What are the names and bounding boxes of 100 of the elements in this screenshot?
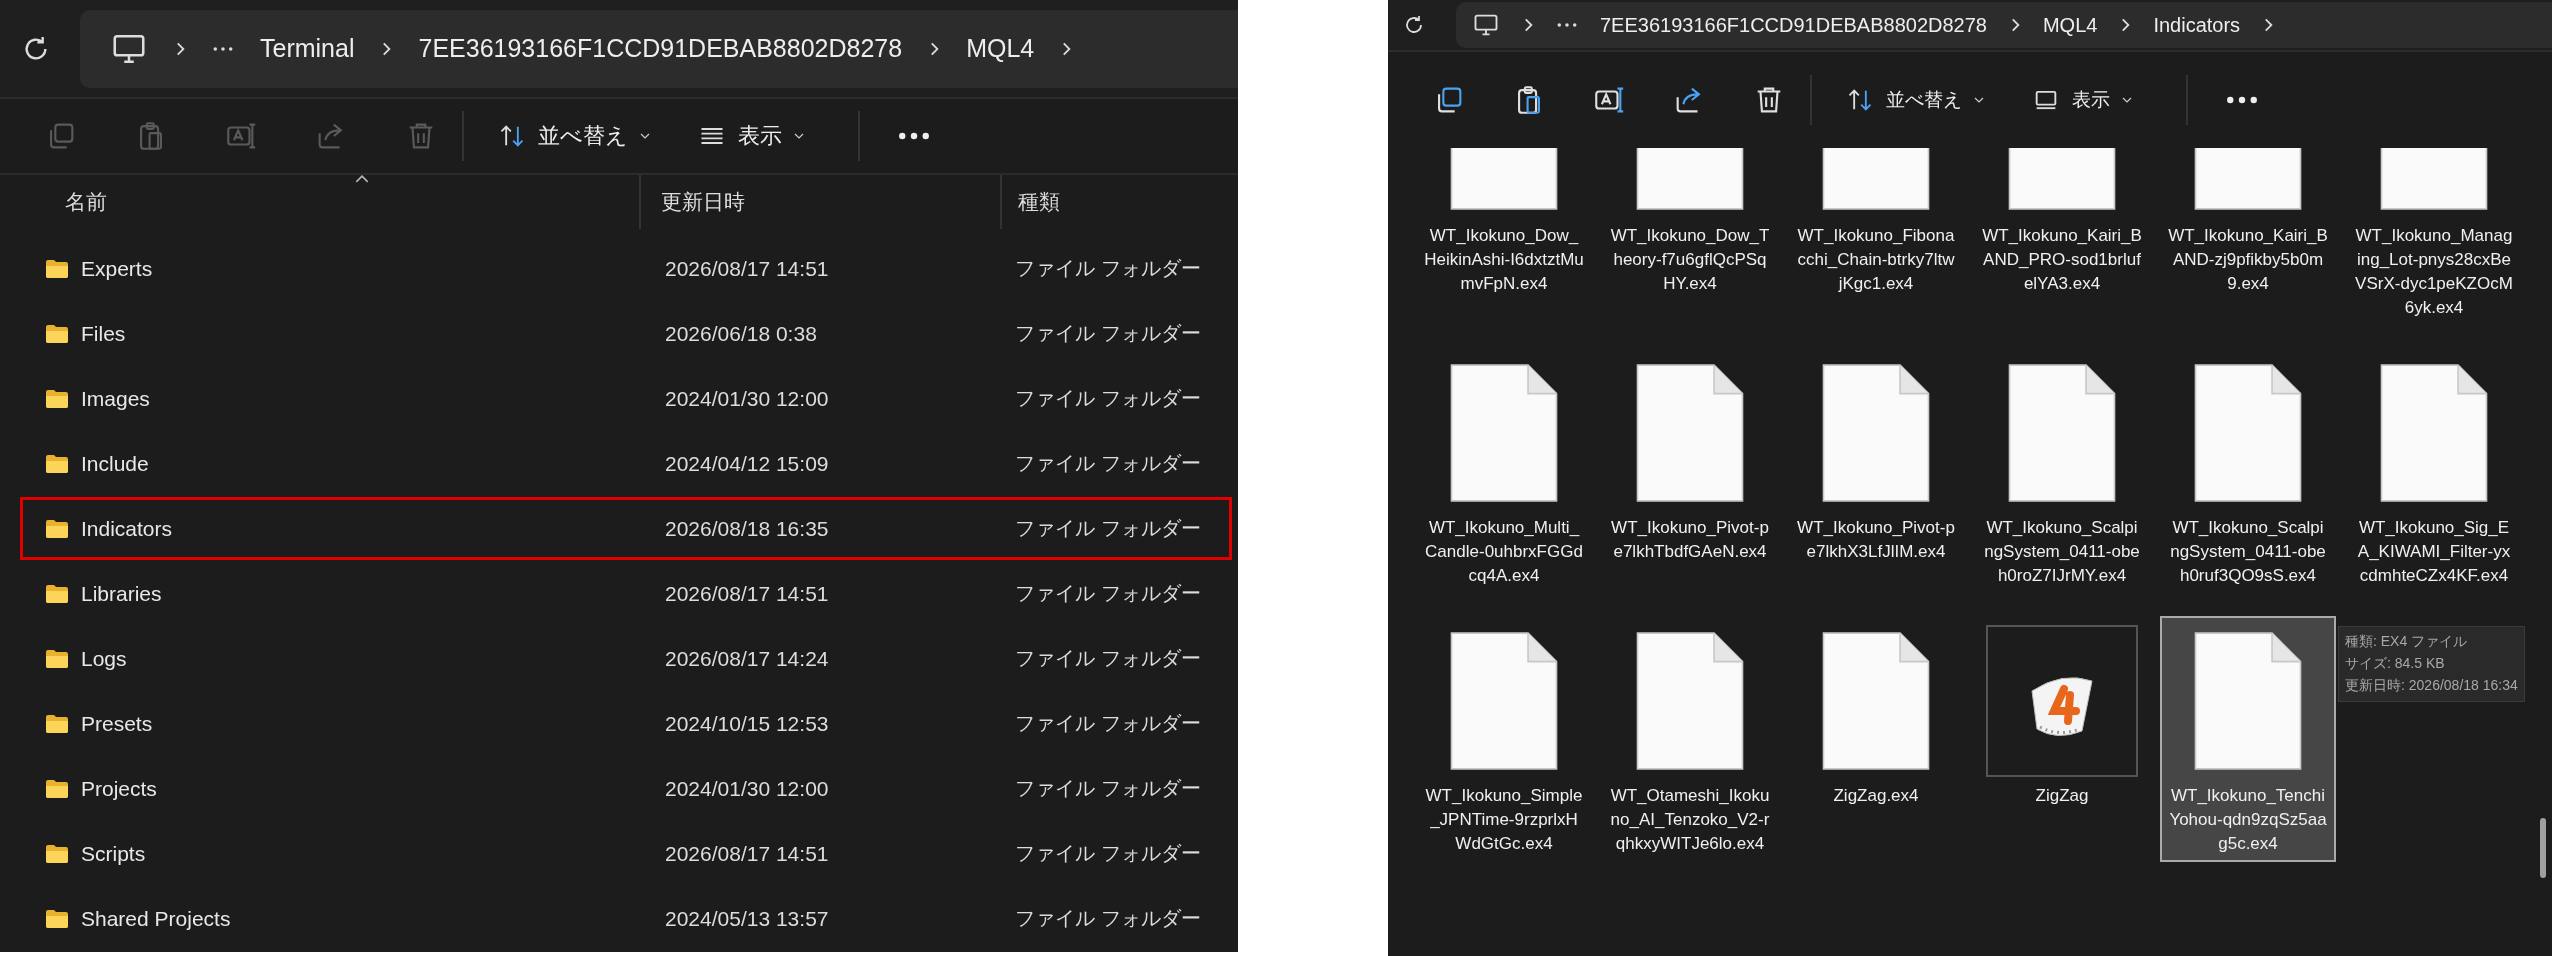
file-tile[interactable]: WT_Ikokuno_Fibonacchi_Chain-btrky7ltwjKgc1.ex4	[1788, 148, 1964, 326]
view-button[interactable]: 表示	[2018, 80, 2146, 120]
file-name[interactable]: Indicators	[81, 516, 173, 541]
more-icon[interactable]	[212, 44, 234, 53]
more-options-icon[interactable]	[898, 131, 930, 142]
file-name: WT_Ikokuno_Managing_Lot-pnys28cxBeVSrX-dyc1peKZOcM6yk.ex4	[2354, 225, 2514, 319]
breadcrumb[interactable]: MQL4	[966, 34, 1035, 64]
folder-icon	[45, 258, 69, 279]
file-name: WT_Ikokuno_Kairi_BAND-zj9pfikby5b0m9.ex4	[2168, 225, 2328, 295]
column-header[interactable]: 更新日時	[661, 188, 746, 216]
modified-date: 2026/08/17 14:24	[665, 646, 829, 671]
sort-indicator-icon	[355, 175, 369, 183]
file-tile[interactable]: ZigZag.ex4	[1788, 616, 1964, 862]
file-name: WT_Otameshi_Ikokuno_AI_Tenzoko_V2-rqhkxyWITJe6lo.ex4	[1610, 785, 1770, 855]
file-name[interactable]: Files	[81, 321, 126, 346]
folder-icon	[45, 908, 69, 929]
caret-icon	[794, 133, 804, 140]
document-icon	[1821, 631, 1931, 771]
file-tile[interactable]: WT_Ikokuno_Simple_JPNTime-9rzprlxHWdGtGc.ex4	[1416, 616, 1592, 862]
file-tile[interactable]: WT_Ikokuno_Pivot-pe7lkhX3LfJlIM.ex4	[1788, 348, 1964, 594]
file-tile[interactable]: WT_Ikokuno_Multi_Candle-0uhbrxFGGdcq4A.ex4	[1416, 348, 1592, 594]
file-type: ファイル フォルダー	[1015, 646, 1201, 671]
file-tile[interactable]: WT_Ikokuno_Kairi_BAND_PRO-sod1brlufelYA3.ex4	[1974, 148, 2150, 326]
document-icon	[2379, 363, 2489, 503]
folder-icon	[45, 323, 69, 344]
file-name: WT_Ikokuno_Sig_EA_KIWAMI_Filter-yxcdmhteCZx4KF.ex4	[2356, 517, 2512, 587]
column-header[interactable]: 名前	[65, 188, 107, 216]
document-icon	[2193, 631, 2303, 771]
document-icon	[1635, 631, 1745, 771]
modified-date: 2026/08/17 14:51	[665, 256, 829, 281]
breadcrumb[interactable]: 7EE36193166F1CCD91DEBAB8802D8278	[1600, 13, 1987, 37]
file-name[interactable]: Libraries	[81, 581, 162, 606]
more-icon[interactable]	[1556, 21, 1578, 29]
tooltip-text: サイズ: 84.5 KB	[2345, 655, 2446, 673]
address-bar[interactable]: 7EE36193166F1CCD91DEBAB8802D8278 MQL4 Indicators	[1456, 2, 2552, 48]
file-tile[interactable]: WT_Ikokuno_Sig_EA_KIWAMI_Filter-yxcdmhteCZx4KF.ex4	[2346, 348, 2522, 594]
file-type: ファイル フォルダー	[1015, 906, 1201, 931]
breadcrumb[interactable]: Terminal	[260, 34, 355, 64]
address-bar[interactable]: Terminal 7EE36193166F1CCD91DEBAB8802D8278 MQL4	[80, 9, 1238, 88]
document-icon	[2007, 363, 2117, 503]
file-name[interactable]: Projects	[81, 776, 157, 801]
folder-icon	[45, 583, 69, 604]
file-tile[interactable]: WT_Otameshi_Ikokuno_AI_Tenzoko_V2-rqhkxyWITJe6lo.ex4	[1602, 616, 1778, 862]
sort-button[interactable]: 並べ替え	[1832, 80, 1998, 120]
file-name: WT_Ikokuno_ScalpingSystem_0411-obeh0roZ7IJrMY.ex4	[1983, 517, 2141, 587]
scrollbar-thumb[interactable]	[2540, 818, 2546, 878]
file-name: WT_Ikokuno_Multi_Candle-0uhbrxFGGdcq4A.ex4	[1424, 517, 1584, 587]
file-name[interactable]: Images	[81, 386, 150, 411]
file-tile[interactable]: WT_Ikokuno_TenchiYohou-qdn9zqSz5aag5c.ex4	[2160, 616, 2336, 862]
file-name: WT_Ikokuno_Kairi_BAND_PRO-sod1brlufelYA3.ex4	[1982, 225, 2142, 295]
file-tile[interactable]: WT_Ikokuno_Kairi_BAND-zj9pfikby5b0m9.ex4	[2160, 148, 2336, 326]
file-name: ZigZag.ex4	[1832, 785, 1920, 807]
more-options-icon[interactable]	[2226, 95, 2258, 105]
modified-date: 2026/06/18 0:38	[665, 321, 817, 346]
folder-icon	[45, 518, 69, 539]
file-name: ZigZag	[2034, 785, 2090, 807]
breadcrumb[interactable]: MQL4	[2042, 13, 2098, 37]
file-name: WT_Ikokuno_Simple_JPNTime-9rzprlxHWdGtGc.ex4	[1424, 785, 1584, 855]
modified-date: 2024/01/30 12:00	[665, 386, 829, 411]
caret-icon	[1974, 97, 1984, 103]
file-name[interactable]: Logs	[81, 646, 127, 671]
caret-icon	[2122, 97, 2132, 103]
file-tile[interactable]: ZigZag	[1974, 616, 2150, 862]
file-tile[interactable]: WT_Ikokuno_ScalpingSystem_0411-obeh0roZ7IJrMY.ex4	[1974, 348, 2150, 594]
folder-icon	[45, 713, 69, 734]
breadcrumb[interactable]: 7EE36193166F1CCD91DEBAB8802D8278	[418, 34, 903, 64]
file-type: ファイル フォルダー	[1015, 321, 1201, 346]
modified-date: 2024/05/13 13:57	[665, 906, 829, 931]
breadcrumb[interactable]: Indicators	[2153, 13, 2241, 37]
modified-date: 2024/04/12 15:09	[665, 451, 829, 476]
file-tile[interactable]: WT_Ikokuno_ScalpingSystem_0411-obeh0ruf3QO9sS.ex4	[2160, 348, 2336, 594]
folder-icon	[45, 843, 69, 864]
tooltip-text: 種類: EX4 ファイル	[2345, 633, 2469, 651]
file-type: ファイル フォルダー	[1015, 776, 1201, 801]
view-button[interactable]: 表示	[684, 115, 818, 158]
modified-date: 2024/10/15 12:53	[665, 711, 829, 736]
file-name[interactable]: Shared Projects	[81, 906, 231, 931]
file-name[interactable]: Experts	[81, 256, 153, 281]
file-name[interactable]: Include	[81, 451, 149, 476]
file-type: ファイル フォルダー	[1015, 256, 1201, 281]
file-name: WT_Ikokuno_Fibonacchi_Chain-btrky7ltwjKgc1.ex4	[1796, 225, 1956, 295]
file-tile[interactable]: WT_Ikokuno_Pivot-pe7lkhTbdfGAeN.ex4	[1602, 348, 1778, 594]
file-tile[interactable]: WT_Ikokuno_Dow_Theory-f7u6gflQcPSqHY.ex4	[1602, 148, 1778, 326]
file-type: ファイル フォルダー	[1015, 451, 1201, 476]
file-name[interactable]: Presets	[81, 711, 153, 736]
file-type: ファイル フォルダー	[1015, 711, 1201, 736]
file-tile[interactable]: WT_Ikokuno_Dow_HeikinAshi-I6dxtztMumvFpN.ex4	[1416, 148, 1592, 326]
folder-icon	[45, 453, 69, 474]
folder-icon	[45, 778, 69, 799]
modified-date: 2026/08/17 14:51	[665, 581, 829, 606]
file-name[interactable]: Scripts	[81, 841, 146, 866]
file-tile[interactable]: WT_Ikokuno_Managing_Lot-pnys28cxBeVSrX-dyc1peKZOcM6yk.ex4	[2346, 148, 2522, 326]
modified-date: 2026/08/17 14:51	[665, 841, 829, 866]
file-type: ファイル フォルダー	[1015, 386, 1201, 411]
file-name: WT_Ikokuno_Pivot-pe7lkhX3LfJlIM.ex4	[1796, 517, 1956, 563]
column-header[interactable]: 種類	[1017, 188, 1060, 216]
modified-date: 2026/08/18 16:35	[665, 516, 829, 541]
sort-button[interactable]: 並べ替え	[484, 115, 664, 158]
tooltip-text: 更新日時: 2026/08/18 16:34	[2345, 677, 2518, 695]
document-icon	[1449, 631, 1559, 771]
